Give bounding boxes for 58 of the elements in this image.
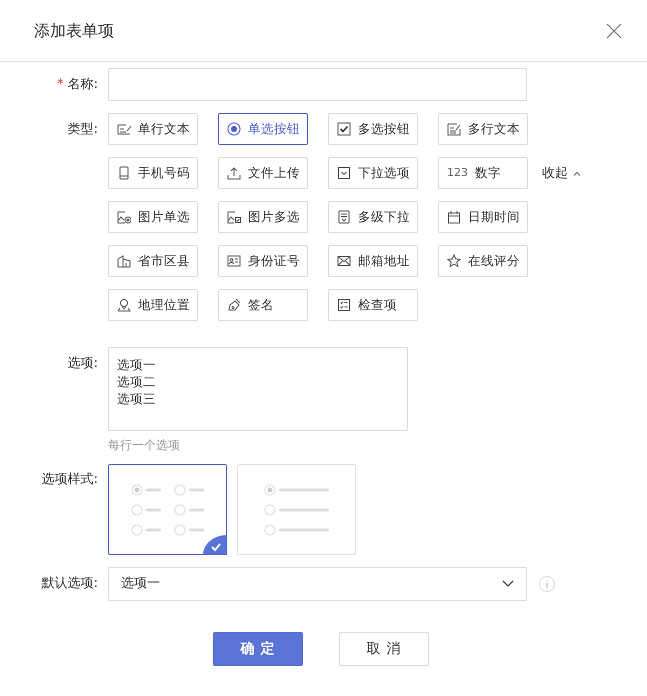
pen-icon <box>227 298 241 312</box>
type-option[interactable]: 图片多选 <box>218 201 308 233</box>
type-option[interactable]: 多选按钮 <box>328 113 418 145</box>
info-icon[interactable] <box>539 576 555 592</box>
field-label: 选项样式: <box>42 472 98 487</box>
field-label: 选项: <box>68 356 98 371</box>
collapse-link[interactable]: 收起 <box>542 164 581 184</box>
type-option[interactable]: 在线评分 <box>438 245 528 277</box>
id-card-icon <box>227 254 241 268</box>
dropdown-icon <box>337 166 351 180</box>
field-label: 类型: <box>68 122 98 137</box>
confirm-button[interactable]: 确定 <box>212 632 302 666</box>
close-button[interactable] <box>605 22 623 40</box>
phone-icon <box>117 166 131 180</box>
field-label: 名称: <box>68 76 98 92</box>
type-option[interactable]: 省市区县 <box>108 245 198 277</box>
select-value: 选项一 <box>121 575 160 594</box>
building-icon <box>117 254 131 268</box>
cancel-button[interactable]: 取消 <box>338 632 428 666</box>
required-mark: * <box>57 76 64 92</box>
number-icon: 123 <box>447 164 468 182</box>
location-pin-icon <box>117 298 131 312</box>
text-field-icon <box>117 122 131 136</box>
type-option[interactable]: 单选按钮 <box>218 113 308 145</box>
text-area-icon <box>447 122 461 136</box>
type-option[interactable]: 文件上传 <box>218 157 308 189</box>
type-option[interactable]: 日期时间 <box>438 201 528 233</box>
default-select[interactable]: 选项一 <box>108 567 527 601</box>
calendar-icon <box>447 210 461 224</box>
type-option[interactable]: 检查项 <box>328 289 418 321</box>
name-input[interactable] <box>108 68 527 101</box>
type-option[interactable]: 123 数字 <box>438 157 528 189</box>
type-option[interactable]: 多级下拉 <box>328 201 418 233</box>
type-option[interactable]: 身份证号 <box>218 245 308 277</box>
type-option[interactable]: 图片单选 <box>108 201 198 233</box>
star-icon <box>447 254 461 268</box>
chevron-down-icon <box>502 580 514 588</box>
type-option[interactable]: 下拉选项 <box>328 157 418 189</box>
type-option[interactable]: 签名 <box>218 289 308 321</box>
radio-icon <box>227 122 241 136</box>
type-option[interactable]: 多行文本 <box>438 113 528 145</box>
check-icon <box>203 535 227 555</box>
type-option[interactable]: 单行文本 <box>108 113 198 145</box>
mail-icon <box>337 254 351 268</box>
field-label: 默认选项: <box>42 576 98 592</box>
checklist-icon <box>337 298 351 312</box>
type-option[interactable]: 地理位置 <box>108 289 198 321</box>
checkbox-icon <box>337 122 351 136</box>
options-textarea[interactable]: 选项一 选项二 选项三 <box>108 347 408 431</box>
upload-icon <box>227 166 241 180</box>
type-option[interactable]: 邮箱地址 <box>328 245 418 277</box>
caret-up-icon <box>573 170 581 178</box>
dialog-title: 添加表单项 <box>34 20 114 42</box>
image-check-icon <box>227 210 241 224</box>
list-icon <box>337 210 351 224</box>
type-option[interactable]: 手机号码 <box>108 157 198 189</box>
image-radio-icon <box>117 210 131 224</box>
hint-text: 每行一个选项 <box>108 437 181 454</box>
